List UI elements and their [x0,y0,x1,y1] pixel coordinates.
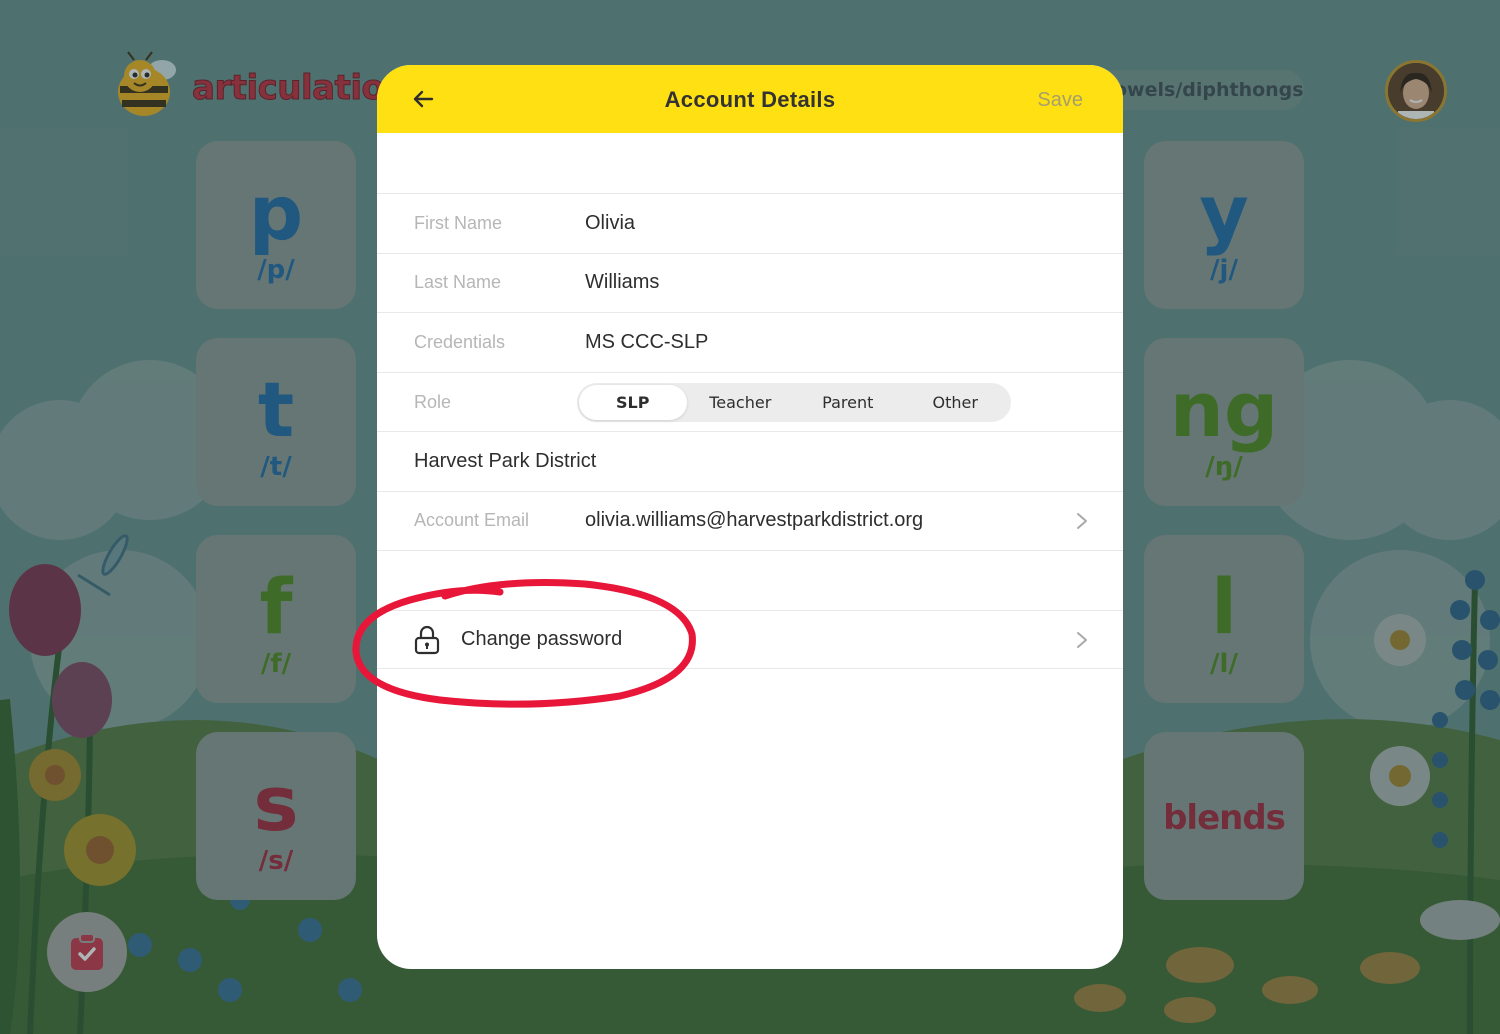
card-letter: f [259,562,293,651]
save-button[interactable]: Save [1037,65,1083,135]
card-ipa: /l/ [1210,649,1238,679]
sound-card-l[interactable]: l /l/ [1144,535,1304,703]
account-email-label: Account Email [414,510,530,531]
app-logo: articulatio [104,50,385,126]
modal-title: Account Details [664,87,836,112]
credentials-row[interactable]: Credentials MS CCC-SLP [377,312,1123,372]
chevron-right-icon [1077,512,1087,529]
card-ipa: /s/ [258,846,294,876]
clipboard-check-icon [71,933,103,970]
back-button[interactable] [407,83,439,115]
card-letter: t [257,365,295,454]
avatar-photo [1388,63,1444,119]
last-name-field[interactable]: Williams [585,271,659,294]
sound-card-y[interactable]: y /j/ [1144,141,1304,309]
sound-card-s[interactable]: s /s/ [196,732,356,900]
card-letter: p [248,168,304,257]
card-ipa: /f/ [260,649,292,679]
credentials-label: Credentials [414,331,506,352]
role-option-parent[interactable]: Parent [794,385,902,420]
card-letter: l [1210,562,1238,651]
profile-avatar[interactable] [1385,60,1447,122]
card-letter: s [253,759,299,848]
district-name: Harvest Park District [414,450,597,473]
change-password-label: Change password [461,628,623,650]
first-name-row[interactable]: First Name Olivia [377,193,1123,253]
app-logo-text: articulatio [191,68,385,109]
first-name-label: First Name [414,212,503,233]
account-form: First Name Olivia Last Name Williams Cre… [377,193,1123,551]
card-letter: ng [1169,365,1279,454]
sound-card-blends[interactable]: blends [1144,732,1304,900]
role-option-other[interactable]: Other [902,385,1010,420]
sound-card-p[interactable]: p /p/ [196,141,356,309]
lock-icon [414,625,440,654]
card-ipa: /t/ [260,452,292,482]
change-password-row[interactable]: Change password [377,610,1123,669]
chevron-right-icon [1077,631,1087,648]
account-email-value: olivia.williams@harvestparkdistrict.org [585,509,924,532]
credentials-field[interactable]: MS CCC-SLP [585,331,708,354]
account-details-modal: Account Details Save First Name Olivia L… [377,65,1123,969]
card-letter: blends [1163,798,1286,838]
role-segmented-control: SLP Teacher Parent Other [577,382,1011,422]
bee-mascot-icon [118,51,176,116]
modal-header: Account Details Save [377,65,1123,133]
role-label: Role [414,391,452,412]
card-ipa: /ŋ/ [1205,452,1243,482]
sound-card-f[interactable]: f /f/ [196,535,356,703]
card-letter: y [1199,168,1249,257]
sound-card-ng[interactable]: ng /ŋ/ [1144,338,1304,506]
role-option-slp[interactable]: SLP [579,384,687,420]
card-ipa: /p/ [257,255,295,285]
role-option-teacher[interactable]: Teacher [687,385,795,420]
clipboard-button[interactable] [47,912,127,992]
last-name-row[interactable]: Last Name Williams [377,252,1123,313]
last-name-label: Last Name [414,272,502,293]
account-email-row[interactable]: Account Email olivia.williams@harvestpar… [377,490,1123,551]
card-ipa: /j/ [1210,255,1238,285]
district-row[interactable]: Harvest Park District [377,431,1123,491]
sound-card-t[interactable]: t /t/ [196,338,356,506]
arrow-left-icon [413,90,434,108]
first-name-field[interactable]: Olivia [585,212,635,235]
role-row: Role SLP Teacher Parent Other [377,371,1123,432]
